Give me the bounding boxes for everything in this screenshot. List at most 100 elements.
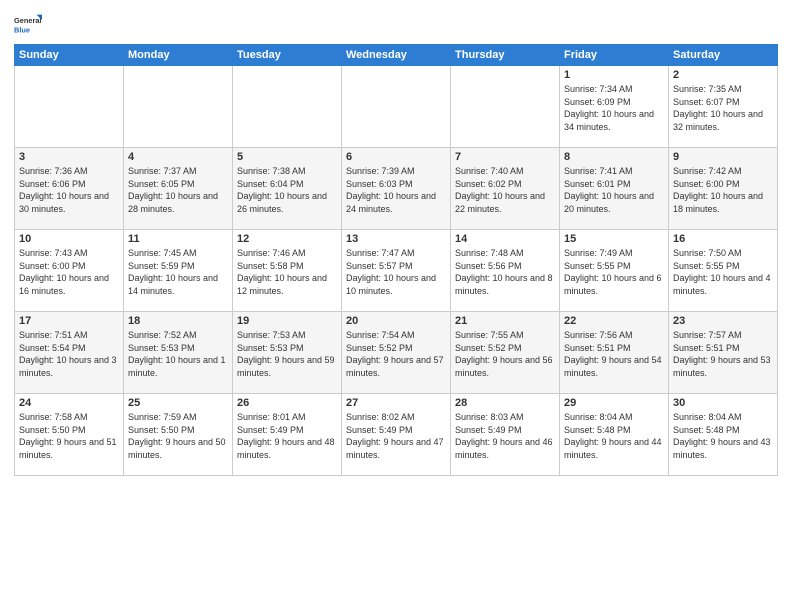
calendar-cell: 18Sunrise: 7:52 AMSunset: 5:53 PMDayligh… (124, 312, 233, 394)
day-number: 22 (564, 315, 664, 327)
calendar-cell: 7 Sunrise: 7:40 AMSunset: 6:02 PMDaylight… (451, 148, 560, 230)
calendar-cell (342, 66, 451, 148)
day-info: Sunrise: 7:54 AMSunset: 5:52 PMDaylight:… (346, 329, 446, 379)
calendar-cell: 27Sunrise: 8:02 AMSunset: 5:49 PMDayligh… (342, 394, 451, 476)
day-number: 24 (19, 397, 119, 409)
calendar-cell: 20 Sunrise: 7:54 AMSunset: 5:52 PMDayligh… (342, 312, 451, 394)
calendar-cell: 3 Sunrise: 7:36 AMSunset: 6:06 PMDaylight… (15, 148, 124, 230)
day-info: Sunrise: 7:41 AMSunset: 6:01 PMDaylight:… (564, 165, 664, 215)
calendar-cell: 25 Sunrise: 7:59 AMSunset: 5:50 PMDayligh… (124, 394, 233, 476)
day-number: 13 (346, 233, 446, 245)
day-info: Sunrise: 7:40 AMSunset: 6:02 PMDaylight:… (455, 165, 555, 215)
day-number: 28 (455, 397, 555, 409)
calendar-cell: 10 Sunrise: 7:43 AMSunset: 6:00 PMDayligh… (15, 230, 124, 312)
day-info: Sunrise: 7:46 AMSunset: 5:58 PMDaylight:… (237, 247, 337, 297)
calendar-cell: 24 Sunrise: 7:58 AMSunset: 5:50 PMDayligh… (15, 394, 124, 476)
day-info: Sunrise: 7:36 AMSunset: 6:06 PMDaylight:… (19, 165, 119, 215)
day-number: 1 (564, 69, 664, 81)
day-info: Sunrise: 7:38 AMSunset: 6:04 PMDaylight:… (237, 165, 337, 215)
calendar-week-2: 3 Sunrise: 7:36 AMSunset: 6:06 PMDaylight… (15, 148, 778, 230)
day-info: Sunrise: 8:02 AMSunset: 5:49 PMDaylight:… (346, 411, 446, 461)
calendar-header-friday: Friday (560, 45, 669, 66)
day-number: 7 (455, 151, 555, 163)
day-info: Sunrise: 7:51 AMSunset: 5:54 PMDaylight:… (19, 329, 119, 379)
day-info: Sunrise: 7:50 AMSunset: 5:55 PMDaylight:… (673, 247, 773, 297)
svg-text:Blue: Blue (14, 26, 30, 35)
day-number: 19 (237, 315, 337, 327)
calendar-week-4: 17 Sunrise: 7:51 AMSunset: 5:54 PMDayligh… (15, 312, 778, 394)
day-number: 17 (19, 315, 119, 327)
calendar-week-3: 10 Sunrise: 7:43 AMSunset: 6:00 PMDayligh… (15, 230, 778, 312)
calendar-header-saturday: Saturday (669, 45, 778, 66)
calendar-cell: 11Sunrise: 7:45 AMSunset: 5:59 PMDayligh… (124, 230, 233, 312)
day-info: Sunrise: 7:52 AMSunset: 5:53 PMDaylight:… (128, 329, 228, 379)
day-number: 6 (346, 151, 446, 163)
day-info: Sunrise: 7:57 AMSunset: 5:51 PMDaylight:… (673, 329, 773, 379)
day-info: Sunrise: 7:42 AMSunset: 6:00 PMDaylight:… (673, 165, 773, 215)
calendar-header-row: SundayMondayTuesdayWednesdayThursdayFrid… (15, 45, 778, 66)
calendar-cell (233, 66, 342, 148)
day-info: Sunrise: 7:47 AMSunset: 5:57 PMDaylight:… (346, 247, 446, 297)
calendar-header-sunday: Sunday (15, 45, 124, 66)
day-number: 26 (237, 397, 337, 409)
day-number: 25 (128, 397, 228, 409)
calendar-body: 1Sunrise: 7:34 AMSunset: 6:09 PMDaylight… (15, 66, 778, 476)
day-info: Sunrise: 7:45 AMSunset: 5:59 PMDaylight:… (128, 247, 228, 297)
calendar-cell: 13 Sunrise: 7:47 AMSunset: 5:57 PMDayligh… (342, 230, 451, 312)
day-number: 3 (19, 151, 119, 163)
day-number: 5 (237, 151, 337, 163)
day-number: 23 (673, 315, 773, 327)
calendar-cell: 17 Sunrise: 7:51 AMSunset: 5:54 PMDayligh… (15, 312, 124, 394)
calendar-cell: 14 Sunrise: 7:48 AMSunset: 5:56 PMDayligh… (451, 230, 560, 312)
calendar-cell: 8 Sunrise: 7:41 AMSunset: 6:01 PMDaylight… (560, 148, 669, 230)
calendar-week-5: 24 Sunrise: 7:58 AMSunset: 5:50 PMDayligh… (15, 394, 778, 476)
calendar-cell: 30 Sunrise: 8:04 AMSunset: 5:48 PMDayligh… (669, 394, 778, 476)
day-number: 30 (673, 397, 773, 409)
calendar-header-thursday: Thursday (451, 45, 560, 66)
calendar-cell: 9Sunrise: 7:42 AMSunset: 6:00 PMDaylight… (669, 148, 778, 230)
day-info: Sunrise: 7:37 AMSunset: 6:05 PMDaylight:… (128, 165, 228, 215)
calendar-header-monday: Monday (124, 45, 233, 66)
calendar-cell: 23 Sunrise: 7:57 AMSunset: 5:51 PMDayligh… (669, 312, 778, 394)
day-number: 16 (673, 233, 773, 245)
page: General Blue SundayMondayTuesdayWednesda… (0, 0, 792, 612)
day-number: 10 (19, 233, 119, 245)
header: General Blue (14, 10, 778, 38)
calendar-cell: 21Sunrise: 7:55 AMSunset: 5:52 PMDayligh… (451, 312, 560, 394)
calendar-cell: 12 Sunrise: 7:46 AMSunset: 5:58 PMDayligh… (233, 230, 342, 312)
day-number: 2 (673, 69, 773, 81)
day-number: 8 (564, 151, 664, 163)
day-number: 4 (128, 151, 228, 163)
calendar-cell: 6 Sunrise: 7:39 AMSunset: 6:03 PMDaylight… (342, 148, 451, 230)
day-number: 15 (564, 233, 664, 245)
day-number: 12 (237, 233, 337, 245)
calendar-cell: 1Sunrise: 7:34 AMSunset: 6:09 PMDaylight… (560, 66, 669, 148)
logo-icon: General Blue (14, 10, 42, 38)
day-info: Sunrise: 7:58 AMSunset: 5:50 PMDaylight:… (19, 411, 119, 461)
calendar-header-tuesday: Tuesday (233, 45, 342, 66)
day-info: Sunrise: 7:39 AMSunset: 6:03 PMDaylight:… (346, 165, 446, 215)
calendar-cell: 28Sunrise: 8:03 AMSunset: 5:49 PMDayligh… (451, 394, 560, 476)
day-info: Sunrise: 7:35 AMSunset: 6:07 PMDaylight:… (673, 83, 773, 133)
day-info: Sunrise: 7:49 AMSunset: 5:55 PMDaylight:… (564, 247, 664, 297)
calendar-cell: 2 Sunrise: 7:35 AMSunset: 6:07 PMDaylight… (669, 66, 778, 148)
day-number: 20 (346, 315, 446, 327)
calendar-table: SundayMondayTuesdayWednesdayThursdayFrid… (14, 44, 778, 476)
day-info: Sunrise: 8:04 AMSunset: 5:48 PMDaylight:… (673, 411, 773, 461)
calendar-week-1: 1Sunrise: 7:34 AMSunset: 6:09 PMDaylight… (15, 66, 778, 148)
calendar-cell (124, 66, 233, 148)
calendar-cell: 29Sunrise: 8:04 AMSunset: 5:48 PMDayligh… (560, 394, 669, 476)
day-info: Sunrise: 7:43 AMSunset: 6:00 PMDaylight:… (19, 247, 119, 297)
calendar-cell (451, 66, 560, 148)
day-info: Sunrise: 7:59 AMSunset: 5:50 PMDaylight:… (128, 411, 228, 461)
calendar-cell: 26Sunrise: 8:01 AMSunset: 5:49 PMDayligh… (233, 394, 342, 476)
day-info: Sunrise: 7:53 AMSunset: 5:53 PMDaylight:… (237, 329, 337, 379)
calendar-cell (15, 66, 124, 148)
day-info: Sunrise: 7:48 AMSunset: 5:56 PMDaylight:… (455, 247, 555, 297)
calendar-cell: 5 Sunrise: 7:38 AMSunset: 6:04 PMDaylight… (233, 148, 342, 230)
svg-text:General: General (14, 16, 41, 25)
day-info: Sunrise: 7:55 AMSunset: 5:52 PMDaylight:… (455, 329, 555, 379)
day-number: 14 (455, 233, 555, 245)
day-number: 29 (564, 397, 664, 409)
calendar-cell: 16 Sunrise: 7:50 AMSunset: 5:55 PMDayligh… (669, 230, 778, 312)
